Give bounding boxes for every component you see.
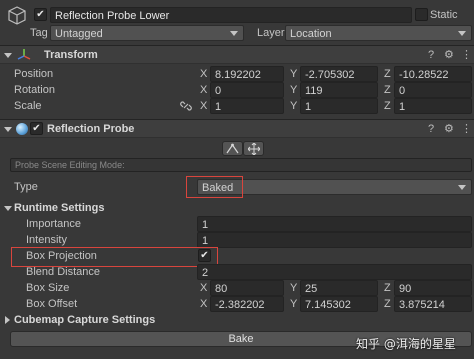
position-y-axis[interactable]: Y xyxy=(290,66,297,82)
blend-distance-label: Blend Distance xyxy=(26,266,100,278)
type-label: Type xyxy=(14,181,38,193)
box-offset-label: Box Offset xyxy=(26,298,78,310)
position-x-field[interactable]: 8.192202 xyxy=(210,66,284,82)
transform-header[interactable]: Transform ? ⚙ ⋮ xyxy=(0,45,474,64)
active-checkbox[interactable]: ✔ xyxy=(34,8,47,21)
scale-x-axis[interactable]: X xyxy=(200,98,207,114)
context-menu-icon[interactable]: ⋮ xyxy=(461,49,472,62)
box-size-y-axis[interactable]: Y xyxy=(290,280,297,296)
tag-label: Tag xyxy=(30,27,48,39)
probe-scene-editing-mode-field: Probe Scene Editing Mode: xyxy=(10,158,472,172)
rotation-label: Rotation xyxy=(14,84,55,96)
cubemap-capture-settings-title[interactable]: Cubemap Capture Settings xyxy=(14,312,155,328)
tag-value: Untagged xyxy=(55,28,103,40)
scale-x-field[interactable]: 1 xyxy=(210,98,284,114)
cubemap-capture-foldout-icon[interactable] xyxy=(5,316,10,324)
reflection-probe-foldout-icon[interactable] xyxy=(4,127,12,132)
help-icon[interactable]: ? xyxy=(428,49,434,62)
constrain-proportions-icon[interactable] xyxy=(180,100,192,112)
rotation-x-field[interactable]: 0 xyxy=(210,82,284,98)
rotation-x-axis[interactable]: X xyxy=(200,82,207,98)
reflection-probe-header[interactable]: ✔ Reflection Probe ? ⚙ ⋮ xyxy=(0,119,474,138)
box-offset-x-axis[interactable]: X xyxy=(200,296,207,312)
box-offset-x-field[interactable]: -2.382202 xyxy=(210,296,284,312)
help-icon[interactable]: ? xyxy=(428,123,434,136)
importance-label: Importance xyxy=(26,218,82,230)
box-size-z-field[interactable]: 90 xyxy=(394,280,472,296)
edit-bounds-button[interactable] xyxy=(222,141,243,156)
layer-dropdown[interactable]: Location xyxy=(285,25,472,41)
static-checkbox[interactable] xyxy=(415,8,428,21)
box-size-x-axis[interactable]: X xyxy=(200,280,207,296)
runtime-settings-foldout-icon[interactable] xyxy=(4,206,12,211)
blend-distance-field[interactable]: 2 xyxy=(197,264,472,280)
move-icon xyxy=(246,142,261,156)
gameobject-icon xyxy=(6,5,28,27)
object-name-field[interactable]: Reflection Probe Lower xyxy=(50,7,412,23)
tag-chevron-down-icon xyxy=(230,31,238,36)
runtime-settings-title[interactable]: Runtime Settings xyxy=(14,200,104,216)
reflection-probe-icon xyxy=(16,123,28,135)
context-menu-icon[interactable]: ⋮ xyxy=(461,123,472,136)
watermark-text: 知乎 @洱海的星星 xyxy=(356,337,456,351)
presets-icon[interactable]: ⚙ xyxy=(444,123,454,136)
tag-dropdown[interactable]: Untagged xyxy=(50,25,244,41)
reflection-probe-title: Reflection Probe xyxy=(47,123,135,135)
edit-origin-button[interactable] xyxy=(243,141,264,156)
rotation-y-field[interactable]: 119 xyxy=(300,82,378,98)
intensity-field[interactable]: 1 xyxy=(197,232,472,248)
box-offset-y-field[interactable]: 7.145302 xyxy=(300,296,378,312)
edit-bounds-icon xyxy=(226,143,239,154)
layer-label: Layer xyxy=(257,27,285,39)
box-size-label: Box Size xyxy=(26,282,70,294)
transform-title: Transform xyxy=(44,49,98,61)
rotation-z-field[interactable]: 0 xyxy=(394,82,472,98)
scale-y-axis[interactable]: Y xyxy=(290,98,297,114)
box-size-z-axis[interactable]: Z xyxy=(384,280,391,296)
transform-icon xyxy=(16,47,32,63)
type-highlight-box xyxy=(186,176,243,198)
box-offset-y-axis[interactable]: Y xyxy=(290,296,297,312)
box-size-y-field[interactable]: 25 xyxy=(300,280,378,296)
presets-icon[interactable]: ⚙ xyxy=(444,49,454,62)
position-x-axis[interactable]: X xyxy=(200,66,207,82)
importance-field[interactable]: 1 xyxy=(197,216,472,232)
position-label: Position xyxy=(14,68,54,80)
static-label: Static xyxy=(430,9,458,21)
layer-chevron-down-icon xyxy=(458,31,466,36)
rotation-z-axis[interactable]: Z xyxy=(384,82,391,98)
position-z-axis[interactable]: Z xyxy=(384,66,391,82)
box-size-x-field[interactable]: 80 xyxy=(210,280,284,296)
reflection-probe-enabled-checkbox[interactable]: ✔ xyxy=(30,122,43,135)
scale-y-field[interactable]: 1 xyxy=(300,98,378,114)
rotation-y-axis[interactable]: Y xyxy=(290,82,297,98)
scale-z-axis[interactable]: Z xyxy=(384,98,391,114)
intensity-label: Intensity xyxy=(26,234,67,246)
box-offset-z-field[interactable]: 3.875214 xyxy=(394,296,472,312)
scale-label: Scale xyxy=(14,100,42,112)
layer-value: Location xyxy=(290,28,332,40)
position-z-field[interactable]: -10.28522 xyxy=(394,66,472,82)
box-offset-z-axis[interactable]: Z xyxy=(384,296,391,312)
transform-foldout-icon[interactable] xyxy=(4,53,12,58)
position-y-field[interactable]: -2.705302 xyxy=(300,66,378,82)
type-chevron-down-icon xyxy=(458,185,466,190)
scale-z-field[interactable]: 1 xyxy=(394,98,472,114)
